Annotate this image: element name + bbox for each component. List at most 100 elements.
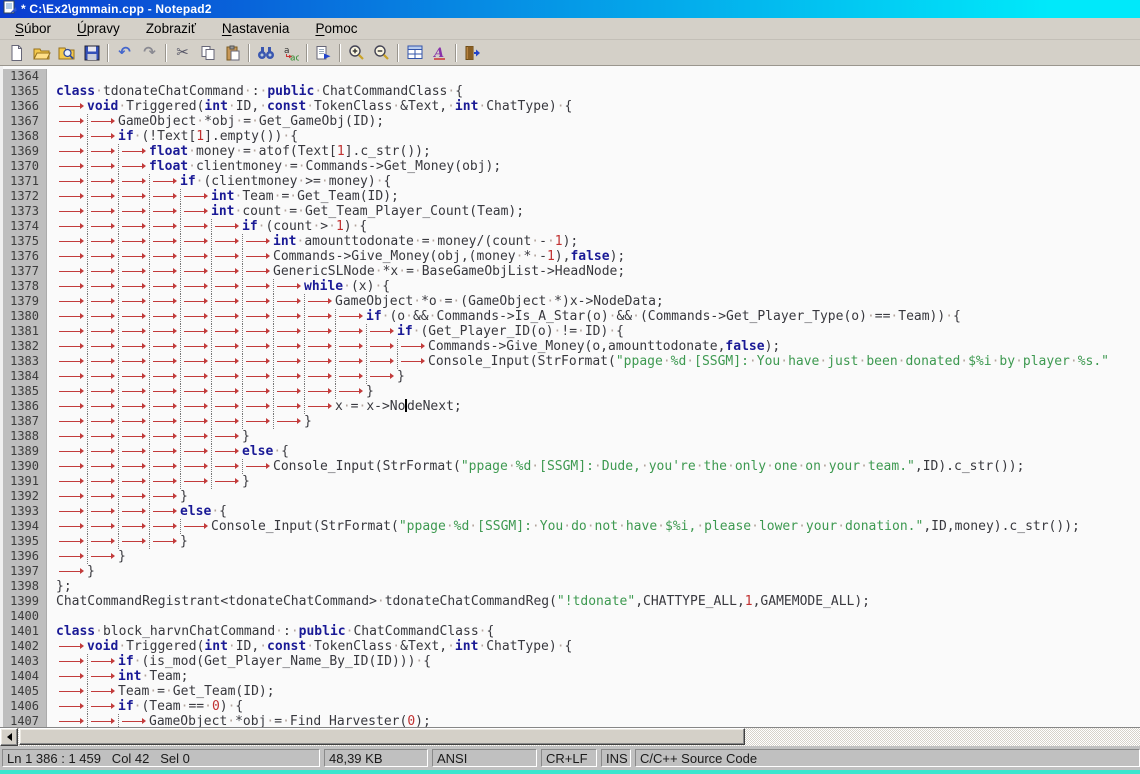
line-number[interactable]: 1383 xyxy=(3,354,47,369)
code-line[interactable]: 1399 ChatCommandRegistrant<tdonateChatCom… xyxy=(3,594,1140,609)
code-line[interactable]: 1407GameObject·*obj·=·Find_Harvester(0); xyxy=(3,714,1140,727)
line-number[interactable]: 1385 xyxy=(3,384,47,399)
line-number[interactable]: 1371 xyxy=(3,174,47,189)
code-text[interactable] xyxy=(56,69,1140,84)
line-number[interactable]: 1388 xyxy=(3,429,47,444)
code-text[interactable]: } xyxy=(56,369,1140,384)
code-line[interactable]: 1402void·Triggered(int·ID,·const·TokenCl… xyxy=(3,639,1140,654)
line-number[interactable]: 1400 xyxy=(3,609,47,624)
line-number[interactable]: 1395 xyxy=(3,534,47,549)
line-number[interactable]: 1391 xyxy=(3,474,47,489)
code-line[interactable]: 1372int·Team·=·Get_Team(ID); xyxy=(3,189,1140,204)
paste-button[interactable] xyxy=(220,42,245,64)
code-text[interactable]: }; xyxy=(56,579,1140,594)
code-line[interactable]: 1386x·=·x->NodeNext; xyxy=(3,399,1140,414)
code-line[interactable]: 1404 int·Team; xyxy=(3,669,1140,684)
scrollbar-thumb[interactable] xyxy=(19,728,745,745)
code-line[interactable]: 1381 if·(Get_Player_ID(o)·!=·ID)·{ xyxy=(3,324,1140,339)
select-font-button[interactable]: A xyxy=(427,42,452,64)
code-text[interactable]: int·Team; xyxy=(56,669,1140,684)
code-text[interactable]: float·clientmoney·=·Commands->Get_Money(… xyxy=(56,159,1140,174)
code-text[interactable]: Team·=·Get_Team(ID); xyxy=(56,684,1140,699)
line-number[interactable]: 1380 xyxy=(3,309,47,324)
line-number[interactable]: 1399 xyxy=(3,594,47,609)
line-number[interactable]: 1404 xyxy=(3,669,47,684)
code-text[interactable]: } xyxy=(56,384,1140,399)
line-number[interactable]: 1397 xyxy=(3,564,47,579)
code-line[interactable]: 1405Team·=·Get_Team(ID); xyxy=(3,684,1140,699)
code-text[interactable]: class·block_harvnChatCommand·:·public·Ch… xyxy=(56,624,1140,639)
line-number[interactable]: 1396 xyxy=(3,549,47,564)
code-line[interactable]: 1375int·amounttodonate·=·money/(count·-·… xyxy=(3,234,1140,249)
code-text[interactable]: Commands->Give_Money(obj,(money·*·-1),fa… xyxy=(56,249,1140,264)
editor-pane[interactable]: 13641365class·tdonateChatCommand·:·publi… xyxy=(0,66,1140,727)
line-number[interactable]: 1369 xyxy=(3,144,47,159)
code-line[interactable]: 1368 if·(!Text[1].empty())·{ xyxy=(3,129,1140,144)
code-text[interactable]: if·(count·>·1)·{ xyxy=(56,219,1140,234)
code-text[interactable]: if·(Get_Player_ID(o)·!=·ID)·{ xyxy=(56,324,1140,339)
line-number[interactable]: 1367 xyxy=(3,114,47,129)
line-number[interactable]: 1368 xyxy=(3,129,47,144)
code-line[interactable]: 1378while·(x)·{ xyxy=(3,279,1140,294)
code-text[interactable]: ChatCommandRegistrant<tdonateChatCommand… xyxy=(56,594,1140,609)
line-number[interactable]: 1392 xyxy=(3,489,47,504)
code-line[interactable]: 1392} xyxy=(3,489,1140,504)
zoom-in-button[interactable] xyxy=(344,42,369,64)
line-number[interactable]: 1389 xyxy=(3,444,47,459)
line-number[interactable]: 1394 xyxy=(3,519,47,534)
menu-item-nastavenia[interactable]: Nastavenia xyxy=(209,18,303,40)
code-line[interactable]: 1377GenericSLNode·*x·=·BaseGameObjList->… xyxy=(3,264,1140,279)
code-line[interactable]: 1364 xyxy=(3,69,1140,84)
line-number[interactable]: 1373 xyxy=(3,204,47,219)
line-number[interactable]: 1407 xyxy=(3,714,47,727)
code-line[interactable]: 1394 Console_Input(StrFormat("ppage·%d·[S… xyxy=(3,519,1140,534)
code-text[interactable]: } xyxy=(56,474,1140,489)
title-bar[interactable]: * C:\Ex2\gmmain.cpp - Notepad2 xyxy=(0,0,1140,18)
code-line[interactable]: 1401 class·block_harvnChatCommand·:·publi… xyxy=(3,624,1140,639)
line-number[interactable]: 1375 xyxy=(3,234,47,249)
line-number[interactable]: 1364 xyxy=(3,69,47,84)
code-text[interactable]: void·Triggered(int·ID,·const·TokenClass·… xyxy=(56,639,1140,654)
line-number[interactable]: 1384 xyxy=(3,369,47,384)
code-text[interactable]: } xyxy=(56,429,1140,444)
code-text[interactable]: Console_Input(StrFormat("ppage·%d·[SSGM]… xyxy=(56,354,1140,369)
code-line[interactable]: 1406if·(Team·==·0)·{ xyxy=(3,699,1140,714)
code-line[interactable]: 1403if·(is_mod(Get_Player_Name_By_ID(ID)… xyxy=(3,654,1140,669)
code-line[interactable]: 1369float·money·=·atof(Text[1].c_str()); xyxy=(3,144,1140,159)
code-area[interactable]: 13641365class·tdonateChatCommand·:·publi… xyxy=(3,69,1140,727)
line-number[interactable]: 1381 xyxy=(3,324,47,339)
line-number[interactable]: 1377 xyxy=(3,264,47,279)
code-line[interactable]: 1373int·count·=·Get_Team_Player_Count(Te… xyxy=(3,204,1140,219)
line-number[interactable]: 1376 xyxy=(3,249,47,264)
code-line[interactable]: 1390Console_Input(StrFormat("ppage·%d·[S… xyxy=(3,459,1140,474)
line-number[interactable]: 1401 xyxy=(3,624,47,639)
line-number[interactable]: 1379 xyxy=(3,294,47,309)
code-text[interactable]: Console_Input(StrFormat("ppage·%d·[SSGM]… xyxy=(56,519,1140,534)
code-line[interactable]: 1393else·{ xyxy=(3,504,1140,519)
code-line[interactable]: 1385} xyxy=(3,384,1140,399)
browse-files-button[interactable] xyxy=(54,42,79,64)
code-text[interactable]: Commands->Give_Money(o,amounttodonate,fa… xyxy=(56,339,1140,354)
code-line[interactable]: 1391} xyxy=(3,474,1140,489)
code-text[interactable]: } xyxy=(56,564,1140,579)
line-number[interactable]: 1366 xyxy=(3,99,47,114)
code-line[interactable]: 1374 if·(count·>·1)·{ xyxy=(3,219,1140,234)
code-text[interactable]: class·tdonateChatCommand·:·public·ChatCo… xyxy=(56,84,1140,99)
code-line[interactable]: 1376 Commands->Give_Money(obj,(money·*·-1… xyxy=(3,249,1140,264)
menu-item-subor[interactable]: Súbor xyxy=(2,18,64,40)
code-text[interactable]: } xyxy=(56,489,1140,504)
undo-button[interactable]: ↶ xyxy=(112,42,137,64)
line-number[interactable]: 1382 xyxy=(3,339,47,354)
line-number[interactable]: 1374 xyxy=(3,219,47,234)
line-number[interactable]: 1372 xyxy=(3,189,47,204)
code-line[interactable]: 1370float·clientmoney·=·Commands->Get_Mo… xyxy=(3,159,1140,174)
scrollbar-track[interactable] xyxy=(18,728,1140,746)
menu-item-zobrazit[interactable]: Zobraziť xyxy=(133,18,209,40)
code-text[interactable]: if·(!Text[1].empty())·{ xyxy=(56,129,1140,144)
code-text[interactable] xyxy=(56,609,1140,624)
code-line[interactable]: 1383 Console_Input(StrFormat("ppage·%d·[S… xyxy=(3,354,1140,369)
code-text[interactable]: void·Triggered(int·ID,·const·TokenClass·… xyxy=(56,99,1140,114)
line-number[interactable]: 1378 xyxy=(3,279,47,294)
exit-button[interactable] xyxy=(460,42,485,64)
code-text[interactable]: GameObject·*o·=·(GameObject·*)x->NodeDat… xyxy=(56,294,1140,309)
